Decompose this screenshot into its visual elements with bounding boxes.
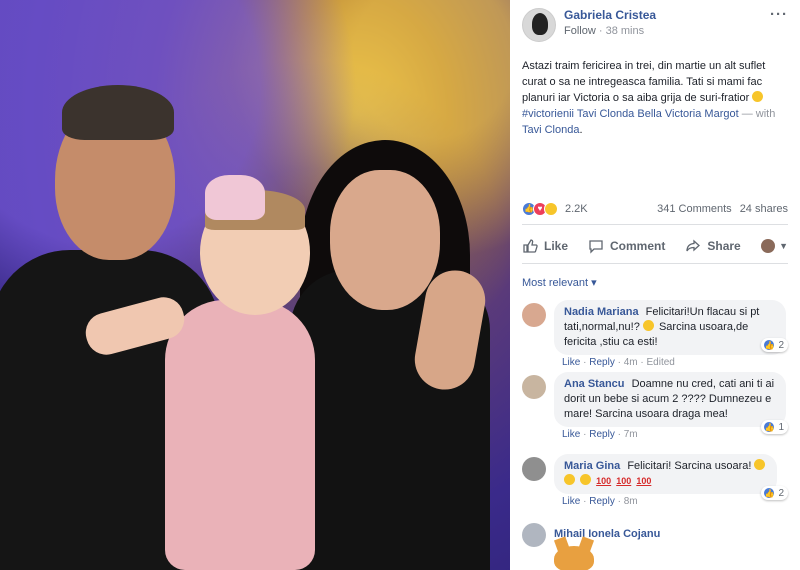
share-label: Share bbox=[707, 239, 741, 253]
commenter-avatar[interactable] bbox=[522, 303, 546, 327]
comment-reaction-count: 2 bbox=[778, 487, 784, 499]
comment-bubble: Maria Gina Felicitari! Sarcina usoara! 1… bbox=[554, 454, 778, 494]
reactions-bar: 👍 ♥ 2.2K 341 Comments 24 shares bbox=[510, 198, 800, 220]
share-count[interactable]: 24 shares bbox=[740, 203, 788, 215]
like-label: Like bbox=[544, 239, 569, 253]
comment-button[interactable]: Comment bbox=[588, 238, 665, 254]
comment-time[interactable]: 8m bbox=[624, 496, 638, 507]
comment-like-link[interactable]: Like bbox=[562, 496, 580, 507]
smile-emoji-icon bbox=[752, 91, 764, 102]
commenter-name[interactable]: Ana Stancu bbox=[564, 378, 625, 390]
commenter-name[interactable]: Maria Gina bbox=[564, 460, 620, 472]
reaction-count[interactable]: 2.2K bbox=[565, 203, 588, 215]
commenter-avatar[interactable] bbox=[522, 375, 546, 399]
hashtag-link[interactable]: #victorienii bbox=[522, 108, 574, 120]
comment-sort-dropdown[interactable]: Most relevant ▾ bbox=[510, 268, 800, 296]
man-hair bbox=[62, 85, 174, 140]
comment-bubble: Nadia Mariana Felicitari!Un flacau si pt… bbox=[554, 300, 786, 355]
comment-body: Ana Stancu Doamne nu cred, cati ani ti a… bbox=[554, 372, 788, 450]
comment-like-link[interactable]: Like bbox=[562, 429, 580, 440]
corgi-sticker-icon bbox=[554, 546, 594, 570]
comment-reaction-badge[interactable]: 👍 2 bbox=[761, 486, 788, 500]
comment-item: Nadia Mariana Felicitari!Un flacau si pt… bbox=[510, 300, 800, 368]
baby-figure bbox=[165, 300, 315, 570]
comment-reaction-badge[interactable]: 👍 1 bbox=[761, 420, 788, 434]
clapping-emoji-icon bbox=[564, 474, 575, 485]
clapping-emoji-icon bbox=[754, 459, 766, 470]
comment-like-link[interactable]: Like bbox=[562, 357, 580, 368]
post-side-panel: Gabriela Cristea Follow · 38 mins ··· As… bbox=[510, 0, 800, 570]
comment-body: Mihail Ionela Cojanu bbox=[554, 520, 788, 570]
post-body: Astazi traim fericirea in trei, din mart… bbox=[522, 60, 766, 104]
comment-count[interactable]: 341 Comments bbox=[657, 203, 732, 215]
divider bbox=[522, 263, 788, 264]
baby-crown bbox=[205, 175, 265, 220]
comment-edited: Edited bbox=[646, 357, 675, 368]
commenter-avatar[interactable] bbox=[522, 523, 546, 547]
comment-reply-link[interactable]: Reply bbox=[589, 429, 615, 440]
post-period: . bbox=[579, 124, 583, 136]
chevron-down-icon: ▼ bbox=[779, 241, 788, 251]
smile-emoji-icon bbox=[642, 320, 654, 331]
woman-face bbox=[330, 170, 440, 310]
reaction-as-selector[interactable]: ▼ bbox=[761, 239, 788, 253]
like-reaction-icon: 👍 bbox=[763, 339, 776, 351]
hundred-emoji-icon: 100 bbox=[596, 476, 612, 486]
like-reaction-icon: 👍 bbox=[763, 487, 776, 499]
like-button[interactable]: Like bbox=[522, 238, 568, 254]
clapping-emoji-icon bbox=[580, 474, 592, 485]
action-bar: Like Comment Share ▼ bbox=[510, 229, 800, 263]
thumbs-up-icon bbox=[523, 239, 538, 253]
comment-text: Felicitari! Sarcina usoara! bbox=[627, 460, 752, 472]
comment-time[interactable]: 4m bbox=[624, 357, 638, 368]
comment-reply-link[interactable]: Reply bbox=[589, 357, 615, 368]
hundred-emoji-icon: 100 bbox=[636, 476, 652, 486]
comment-reply-link[interactable]: Reply bbox=[589, 496, 615, 507]
comment-body: Nadia Mariana Felicitari!Un flacau si pt… bbox=[554, 300, 788, 368]
comment-meta: Like · Reply · 8m bbox=[562, 496, 638, 507]
post-text: Astazi traim fericirea in trei, din mart… bbox=[510, 48, 800, 198]
comment-reaction-count: 2 bbox=[778, 339, 784, 351]
like-reaction-icon: 👍 bbox=[763, 421, 776, 433]
post-header: Gabriela Cristea Follow · 38 mins ··· bbox=[510, 0, 800, 48]
facebook-photo-viewer: Gabriela Cristea Follow · 38 mins ··· As… bbox=[0, 0, 800, 570]
hundred-emoji-icon: 100 bbox=[616, 476, 632, 486]
post-time[interactable]: 38 mins bbox=[606, 25, 645, 37]
divider bbox=[522, 224, 788, 225]
meta-separator: · bbox=[598, 25, 606, 37]
tagged-person-2[interactable]: Bella Victoria Margot bbox=[637, 108, 738, 120]
comment-meta: Like · Reply · 4m · Edited bbox=[562, 357, 675, 368]
with-label: — with bbox=[741, 108, 776, 120]
reaction-icons[interactable]: 👍 ♥ bbox=[522, 202, 558, 216]
share-button[interactable]: Share bbox=[685, 238, 741, 254]
commenter-name[interactable]: Nadia Mariana bbox=[564, 306, 639, 318]
post-photo[interactable] bbox=[0, 0, 510, 570]
comment-icon bbox=[589, 240, 603, 254]
author-name[interactable]: Gabriela Cristea bbox=[564, 8, 770, 22]
more-options-icon[interactable]: ··· bbox=[770, 6, 788, 23]
comment-bubble: Ana Stancu Doamne nu cred, cati ani ti a… bbox=[554, 372, 786, 427]
author-info: Gabriela Cristea Follow · 38 mins bbox=[564, 8, 770, 37]
commenter-avatar[interactable] bbox=[522, 457, 546, 481]
follow-link[interactable]: Follow bbox=[564, 25, 596, 37]
commenter-name[interactable]: Mihail Ionela Cojanu bbox=[554, 520, 788, 540]
share-icon bbox=[686, 239, 701, 252]
tagged-person-3[interactable]: Tavi Clonda bbox=[522, 124, 579, 136]
comment-reaction-badge[interactable]: 👍 2 bbox=[761, 338, 788, 352]
comment-body: Maria Gina Felicitari! Sarcina usoara! 1… bbox=[554, 454, 788, 516]
comment-meta: Like · Reply · 7m bbox=[562, 429, 638, 440]
comment-time[interactable]: 7m bbox=[624, 429, 638, 440]
post-meta: Follow · 38 mins bbox=[564, 25, 770, 37]
comment-item: Maria Gina Felicitari! Sarcina usoara! 1… bbox=[510, 454, 800, 516]
comment-reaction-count: 1 bbox=[778, 421, 784, 433]
tagged-person-1[interactable]: Tavi Clonda bbox=[577, 108, 634, 120]
comment-label: Comment bbox=[610, 239, 666, 253]
profile-mini-avatar bbox=[761, 239, 776, 253]
wow-reaction-icon bbox=[544, 202, 558, 216]
comment-item: Mihail Ionela Cojanu bbox=[510, 520, 800, 570]
author-avatar[interactable] bbox=[522, 8, 556, 42]
comment-item: Ana Stancu Doamne nu cred, cati ani ti a… bbox=[510, 372, 800, 450]
